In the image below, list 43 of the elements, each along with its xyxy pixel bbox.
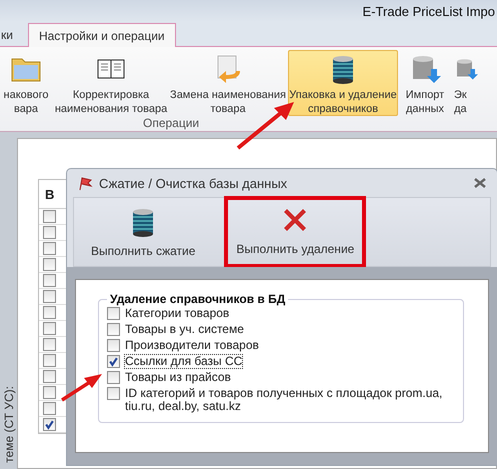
ribbon-button[interactable]: Упаковка и удаление справочников [288, 50, 398, 116]
checkbox[interactable] [43, 338, 56, 351]
checkbox[interactable] [43, 258, 56, 271]
close-icon[interactable] [473, 178, 487, 188]
checkbox[interactable] [43, 242, 56, 255]
checkbox[interactable] [43, 370, 56, 383]
annotation-arrow [60, 372, 104, 402]
checkbox[interactable] [43, 322, 56, 335]
checkbox[interactable] [43, 306, 56, 319]
checkbox[interactable] [107, 387, 120, 400]
checkbox[interactable] [43, 418, 56, 431]
checkbox[interactable] [43, 210, 56, 223]
checkbox[interactable] [107, 355, 120, 368]
checkbox-label[interactable]: Товары в уч. системе [124, 322, 245, 337]
ribbon-button[interactable]: Импорт данных [402, 50, 448, 116]
checkbox[interactable] [107, 307, 120, 320]
ribbon-tab[interactable]: Настройки и операции [28, 23, 176, 47]
checkbox-label[interactable]: Производители товаров [124, 338, 260, 353]
group-title: Удаление справочников в БД [109, 292, 286, 306]
flag-icon [77, 175, 93, 191]
group-label: Операции [143, 116, 200, 130]
ribbon-button[interactable]: Эк да [450, 50, 480, 116]
checkbox[interactable] [43, 386, 56, 399]
checkbox[interactable] [107, 339, 120, 352]
vertical-label: теме (СТ УС): [2, 386, 16, 463]
checkbox[interactable] [43, 290, 56, 303]
checkbox[interactable] [43, 402, 56, 415]
window-title: E-Trade PriceList Impo [362, 4, 495, 18]
checkbox[interactable] [107, 323, 120, 336]
checkbox-label[interactable]: Категории товаров [124, 306, 230, 321]
checkbox[interactable] [43, 354, 56, 367]
checkbox[interactable] [107, 371, 120, 384]
checkbox-label[interactable]: Товары из прайсов [124, 370, 232, 385]
toolbar-button[interactable]: Выполнить сжатие [82, 197, 204, 267]
ribbon-tab[interactable]: ки [0, 23, 24, 46]
column-header: В [45, 186, 54, 202]
checkbox-label[interactable]: ID категорий и товаров полученных с площадок prom.ua, tiu.ru, deal.by, satu.kz [124, 386, 455, 414]
dialog-title: Сжатие / Очистка базы данных [99, 176, 288, 190]
checkbox-label[interactable]: Ссылки для базы СС [124, 354, 244, 369]
ribbon-button[interactable]: Корректировка наименования товара [52, 50, 170, 116]
checkbox[interactable] [43, 226, 56, 239]
ribbon-button[interactable]: накового вара [0, 50, 52, 116]
checkbox[interactable] [43, 274, 56, 287]
